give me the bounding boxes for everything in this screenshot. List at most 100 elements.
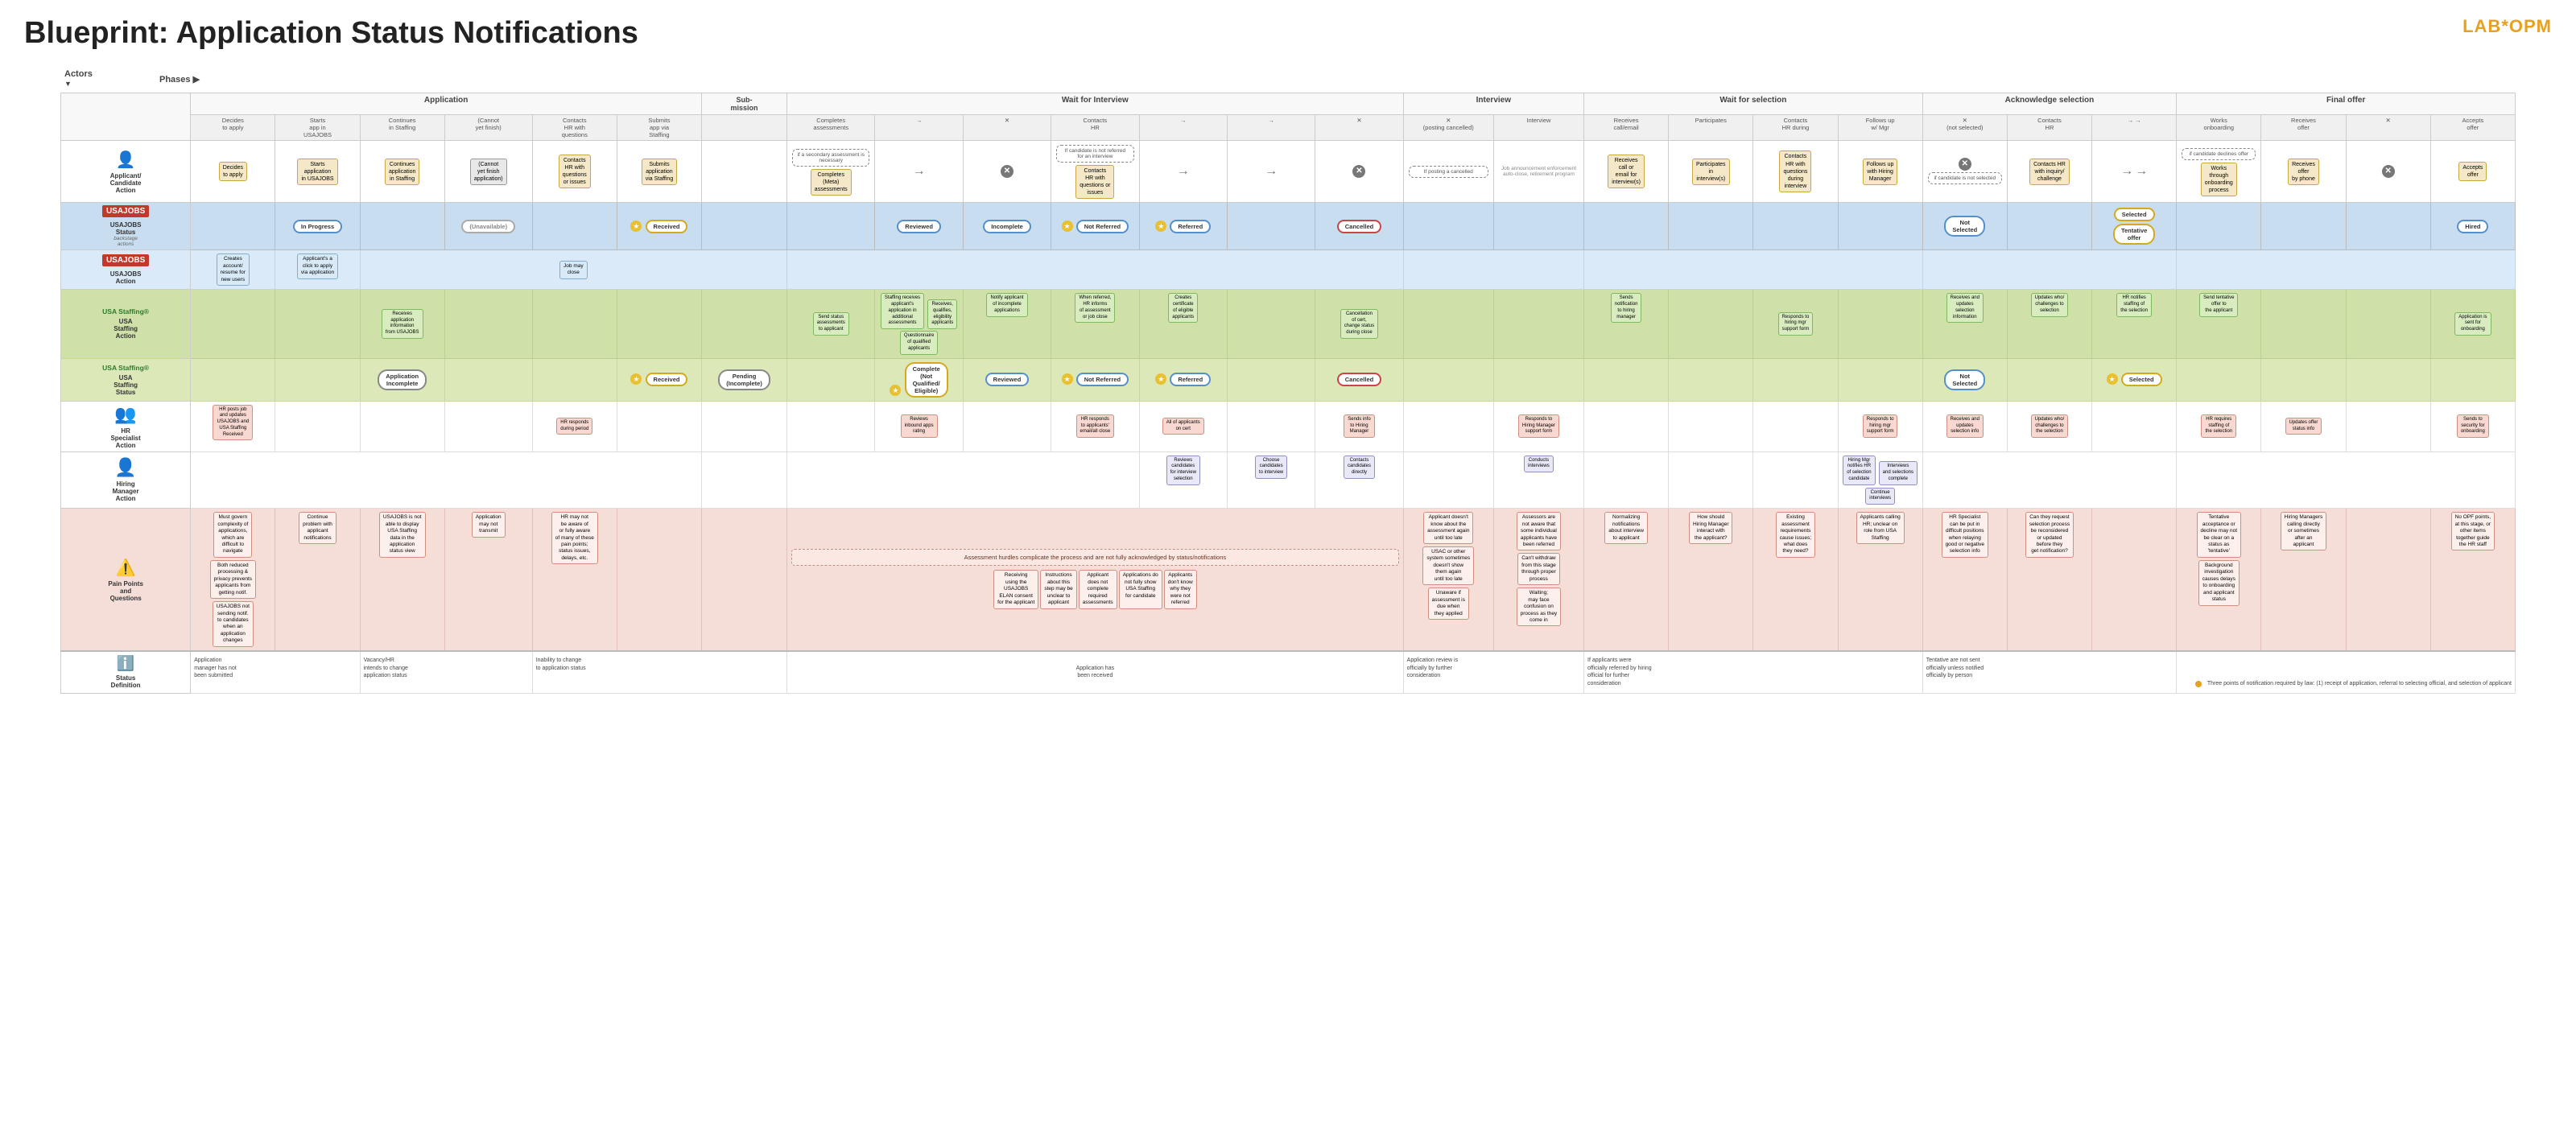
pill-inprogress: In Progress <box>293 220 342 233</box>
pill-reviewed-2: Reviewed <box>985 373 1030 386</box>
subcol-w4: ContactsHR <box>1051 115 1139 141</box>
box-contacts-hr-ack: Contacts HRwith inquiry/challenge <box>2029 159 2070 185</box>
sa-w6 <box>1227 290 1315 358</box>
xmark-4: ✕ <box>2382 165 2395 178</box>
applicant-wait3: ✕ <box>963 141 1051 203</box>
subcol-sub <box>702 115 787 141</box>
usajobs-s-ws3 <box>1753 203 1838 250</box>
hr-ws3 <box>1753 401 1838 451</box>
usajobs-logo-2: USAJOBS <box>102 254 149 266</box>
pp-fo4: No OPF points,at this stage, orother ite… <box>2430 509 2515 651</box>
usajobs-s-w5: ★ Referred <box>1139 203 1227 250</box>
box-contacts-candidates: Contactscandidatesdirectly <box>1344 456 1375 479</box>
legend-text: Three points of notification required by… <box>2207 680 2512 688</box>
pill-referred-2: Referred <box>1170 373 1211 386</box>
pill-selected: Selected <box>2114 208 2155 221</box>
box-cancelled-cert: Cancellationof cert,change statusduring … <box>1340 309 1378 339</box>
usajobs-s-col5 <box>532 203 617 250</box>
warning-icon: ⚠️ <box>64 558 187 578</box>
pp-col2: Continueproblem withapplicantnotificatio… <box>275 509 360 651</box>
ss-as3: ★ Selected <box>2092 358 2177 401</box>
phase-wait-selection-header: Wait for selection <box>1584 93 1923 115</box>
ss-col1 <box>191 358 275 401</box>
box-conducts-int: Conductsinterviews <box>1524 456 1554 473</box>
hm-ws3 <box>1753 451 1838 509</box>
pp-i2: Assessors arenot aware thatsome individu… <box>1493 509 1583 651</box>
usajobs-a-col3-7: Job mayclose <box>360 250 786 290</box>
usajobs-a-ws <box>1584 250 1923 290</box>
usajobs-s-as3: Selected Tentativeoffer <box>2092 203 2177 250</box>
sd-col2: Vacancy/HRintends to changeapplication s… <box>360 651 532 694</box>
box-cannot: (Cannotyet finishapplication) <box>470 159 507 185</box>
ppbox-i6: Waiting;may faceconfusion onprocess as t… <box>1517 587 1562 626</box>
applicant-contacts-hr-app: ContactsHR withquestionsor issues <box>532 141 617 203</box>
box-interviews-complete: Interviewsand selectionscomplete <box>1879 461 1918 484</box>
star-4: ★ <box>630 373 642 385</box>
ss-w7: Cancelled <box>1315 358 1403 401</box>
assessment-notice: Assessment hurdles complicate the proces… <box>791 549 1399 566</box>
box-reviews-apps: Reviewsinbound appsrating <box>901 414 938 438</box>
sd-item6: If applicants wereofficially referred by… <box>1587 657 1919 688</box>
hm-ws4: Hiring Mgrnotifies HRof selectioncandida… <box>1838 451 1922 509</box>
sa-col2 <box>275 290 360 358</box>
box-hr-responds-mgr: Responds tohiring mgrsupport form <box>1863 414 1898 438</box>
star-7: ★ <box>1155 373 1166 385</box>
hr-w1 <box>787 401 875 451</box>
applicant-sub <box>702 141 787 203</box>
hr-ws1 <box>1584 401 1669 451</box>
pill-referred: Referred <box>1170 220 1211 233</box>
sa-ws2 <box>1669 290 1753 358</box>
subcol-fo3: ✕ <box>2346 115 2430 141</box>
xmark-3: ✕ <box>1959 158 1971 171</box>
box-send-toa: Send tentativeoffer tothe applicant <box>2199 293 2238 316</box>
status-def-label: StatusDefinition <box>64 674 187 689</box>
pill-notselected-2: NotSelected <box>1944 369 1985 390</box>
applicant-wait4: If candidate is not referred for an inte… <box>1051 141 1139 203</box>
pp-fo3 <box>2346 509 2430 651</box>
box-hr-notifies-staffing: HR requiresstaffing ofthe selection <box>2201 414 2236 438</box>
actor-staffing-status: USA Staffing® USAStaffingStatus <box>61 358 191 401</box>
ss-as1: NotSelected <box>1922 358 2007 401</box>
usajobs-s-as2 <box>2007 203 2091 250</box>
applicant-continues: Continuesapplicationin Staffing <box>360 141 444 203</box>
box-receives-updates: Receives andupdatesselectioninformation <box>1946 293 1984 323</box>
usajobs-s-i1 <box>1403 203 1493 250</box>
box-contacts-hr-app: ContactsHR withquestionsor issues <box>559 155 591 188</box>
pp-col5: HR may notbe aware ofor fully awareof ma… <box>532 509 617 651</box>
sa-w2: Staffing receivesapplicant'sapplication … <box>875 290 963 358</box>
box-hr-responds: HR respondsduring period <box>556 418 592 435</box>
box-updates-challenges: Updates who/challenges toselection <box>2031 293 2069 316</box>
hr-col1: HR posts joband updatesUSAJOBS andUSA St… <box>191 401 275 451</box>
sa-as3: HR notifiesstaffing ofthe selection <box>2092 290 2177 358</box>
usajobs-a-col2: Applicant's aclick to applyvia applicati… <box>275 250 360 290</box>
sa-col1 <box>191 290 275 358</box>
ppbox-i5: Can't withdrawfrom this stagethrough pro… <box>1517 553 1560 585</box>
pill-received: Received <box>646 220 688 233</box>
ppbox-i3: Unaware ifassessment isdue whenthey appl… <box>1428 587 1469 620</box>
box-questionnaire: Questionnaireof qualifiedapplicants <box>900 331 938 354</box>
cond-not-selected: if candidate is not selected <box>1928 172 2002 184</box>
sd-item3: Inability to changeto application status <box>536 657 783 673</box>
ppbox-w5: Applicantsdon't knowwhy theywere notrefe… <box>1164 570 1197 608</box>
box-contacts-hr-int: ContactsHR withquestionsduringinterview <box>1779 150 1811 192</box>
box-hm-notifies: Hiring Mgrnotifies HRof selectioncandida… <box>1843 456 1875 485</box>
subcol-w7: ✕ <box>1315 115 1403 141</box>
ss-col3: ApplicationIncomplete <box>360 358 444 401</box>
ppbox-i2: USAC or othersystem sometimesdoesn't sho… <box>1422 546 1474 585</box>
lab-opm-logo: LAB*OPM <box>2462 16 2552 37</box>
box-participates: Participatesininterview(s) <box>1692 159 1730 185</box>
ss-as2 <box>2007 358 2091 401</box>
hr-w7: Sends infoto HiringManager <box>1315 401 1403 451</box>
pill-app-incomplete: ApplicationIncomplete <box>378 369 427 390</box>
ss-w2: ★ Complete(NotQualified/Eligible) <box>875 358 963 401</box>
applicant-as1: ✕ if candidate is not selected <box>1922 141 2007 203</box>
box-creates-cert: Createscertificateof eligibleapplicants <box>1168 293 1198 323</box>
pill-received-2: Received <box>646 373 688 386</box>
usajobs-s-ws2 <box>1669 203 1753 250</box>
usajobs-a-col1: Createsaccount/resume fornew users <box>191 250 275 290</box>
box-when-referred: When referred,HR informsof assessmentor … <box>1075 293 1115 323</box>
hm-w5: Reviewscandidatesfor interviewselection <box>1139 451 1227 509</box>
ss-i2 <box>1493 358 1583 401</box>
applicant-wait6: → <box>1227 141 1315 203</box>
box-all-of-applicants: All of applicantson cert <box>1162 418 1204 435</box>
